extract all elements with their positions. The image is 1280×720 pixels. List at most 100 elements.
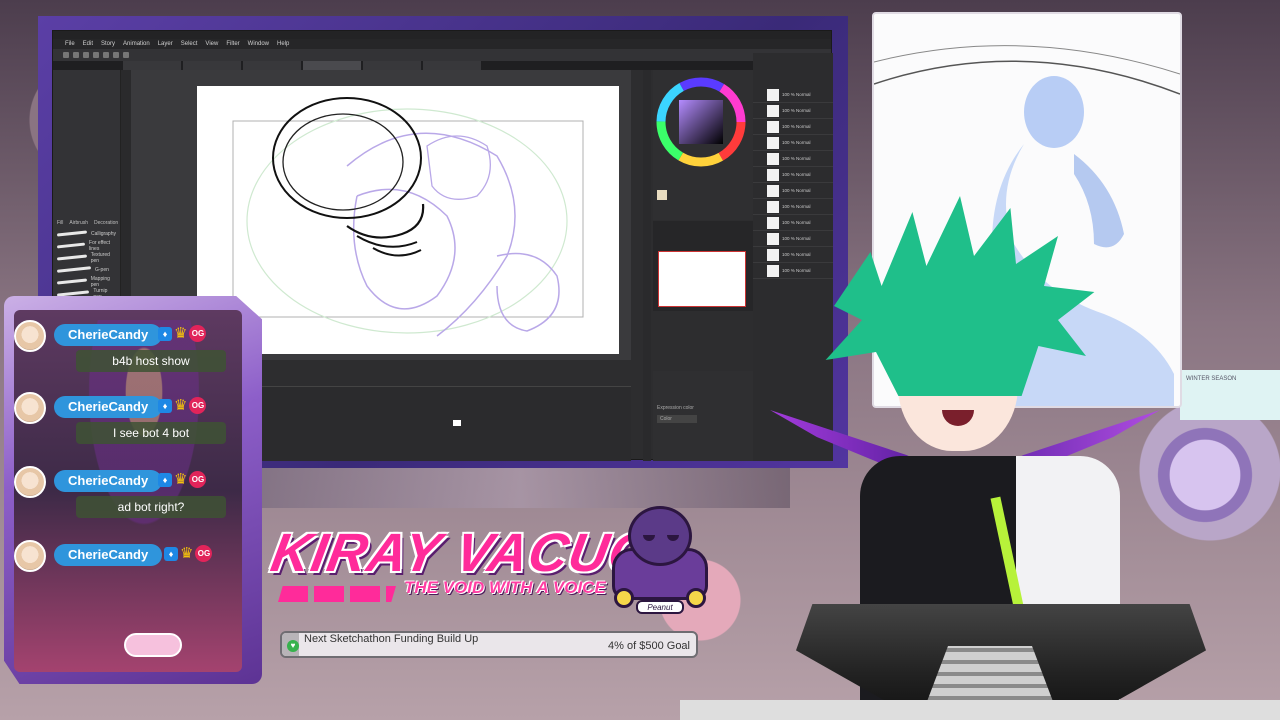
mascot-eye bbox=[643, 535, 655, 541]
layer-row[interactable]: 100 % Normal bbox=[753, 167, 833, 183]
navigator-thumbnail[interactable] bbox=[658, 251, 746, 307]
avatar bbox=[14, 392, 46, 424]
menu-story[interactable]: Story bbox=[101, 41, 115, 47]
chat-badges: ♦ ♛ OG bbox=[164, 544, 213, 562]
layer-label: 100 % Normal bbox=[782, 92, 811, 97]
redo-icon[interactable] bbox=[103, 52, 109, 58]
transform-icon[interactable] bbox=[123, 52, 129, 58]
color-wheel[interactable] bbox=[653, 70, 753, 220]
layer-row[interactable]: 100 % Normal bbox=[753, 135, 833, 151]
vtuber-avatar bbox=[770, 196, 1210, 720]
layer-row[interactable]: 100 % Normal bbox=[753, 151, 833, 167]
brush-label: Textured pen bbox=[90, 251, 110, 264]
app-menubar: File Edit Story Animation Layer Select V… bbox=[53, 39, 831, 49]
timeline-playhead[interactable] bbox=[453, 420, 461, 426]
clear-icon[interactable] bbox=[113, 52, 119, 58]
layer-row[interactable]: 100 % Normal bbox=[753, 103, 833, 119]
new-file-icon[interactable] bbox=[63, 52, 69, 58]
og-badge: OG bbox=[189, 397, 207, 414]
layer-thumbnail bbox=[767, 104, 779, 117]
tool-property-sliders[interactable] bbox=[53, 70, 120, 130]
brush-stroke-preview bbox=[56, 242, 86, 249]
chat-username: CherieCandy bbox=[54, 544, 163, 566]
canvas-tab[interactable] bbox=[123, 61, 181, 70]
brush-textured-pen[interactable]: Textured pen bbox=[56, 251, 116, 264]
sub-tool-tab-decoration[interactable]: Decoration bbox=[94, 220, 118, 226]
layer-thumbnail bbox=[767, 168, 779, 181]
open-file-icon[interactable] bbox=[73, 52, 79, 58]
avatar bbox=[14, 540, 46, 572]
app-toolbar bbox=[53, 49, 831, 61]
brush-stroke-preview bbox=[56, 230, 88, 237]
mascot-car: Peanut bbox=[608, 500, 712, 620]
goal-label: Next Sketchathon Funding Build Up bbox=[304, 633, 479, 645]
layer-label: 100 % Normal bbox=[782, 156, 811, 161]
avatar bbox=[14, 320, 46, 352]
chat-username: CherieCandy bbox=[54, 470, 163, 492]
right-tool-strip[interactable] bbox=[643, 70, 651, 461]
goal-progress-text: 4% of $500 Goal bbox=[608, 640, 690, 652]
menu-layer[interactable]: Layer bbox=[158, 41, 173, 47]
chat-badges: ♦ ♛ OG bbox=[158, 397, 207, 414]
goal-heart-icon: ♥ bbox=[287, 640, 299, 652]
chat-message-text: I see bot 4 bot bbox=[76, 422, 226, 444]
logo-title: KIRAY VACUO bbox=[266, 523, 658, 583]
undo-icon[interactable] bbox=[93, 52, 99, 58]
crown-icon: ♛ bbox=[180, 544, 194, 562]
brush-effect-lines[interactable]: For effect lines bbox=[56, 239, 116, 252]
menu-edit[interactable]: Edit bbox=[83, 41, 93, 47]
chat-username: CherieCandy bbox=[54, 396, 163, 418]
channel-logo: KIRAY VACUO THE VOID WITH A VOICE bbox=[267, 518, 657, 608]
layer-property-panel: Expression color Color bbox=[653, 371, 753, 461]
brush-calligraphy[interactable]: Calligraphy bbox=[56, 229, 116, 238]
menu-window[interactable]: Window bbox=[248, 41, 269, 47]
menu-animation[interactable]: Animation bbox=[123, 41, 150, 47]
layer-row[interactable]: 100 % Normal bbox=[753, 119, 833, 135]
canvas-tab-active[interactable] bbox=[303, 61, 361, 70]
canvas-tab[interactable] bbox=[363, 61, 421, 70]
moderator-badge-icon: ♦ bbox=[164, 546, 178, 561]
sketch-drawing bbox=[232, 97, 584, 337]
mascot-wheel bbox=[614, 588, 634, 608]
layer-toolbar bbox=[753, 53, 833, 87]
property-title: Expression color bbox=[657, 405, 694, 411]
avatar-hair bbox=[825, 196, 1095, 396]
crown-icon: ♛ bbox=[174, 470, 188, 488]
layer-row[interactable]: 100 % Normal bbox=[753, 87, 833, 103]
mascot-license-plate: Peanut bbox=[636, 600, 684, 614]
layer-thumbnail bbox=[767, 152, 779, 165]
layer-label: 100 % Normal bbox=[782, 188, 811, 193]
sub-tool-tab-airbrush[interactable]: Airbrush bbox=[69, 220, 88, 226]
sub-tool-tabs: Fill Airbrush Decoration bbox=[53, 220, 120, 226]
menu-select[interactable]: Select bbox=[181, 41, 198, 47]
canvas-tab[interactable] bbox=[243, 61, 301, 70]
chat-message-text: ad bot right? bbox=[76, 496, 226, 518]
menu-help[interactable]: Help bbox=[277, 41, 289, 47]
save-icon[interactable] bbox=[83, 52, 89, 58]
brush-label: For effect lines bbox=[89, 239, 111, 252]
og-badge: OG bbox=[189, 325, 207, 342]
moderator-badge-icon: ♦ bbox=[158, 398, 172, 413]
brush-g-pen[interactable]: G-pen bbox=[56, 265, 116, 274]
logo-speed-lines bbox=[278, 586, 396, 602]
logo-subtitle: THE VOID WITH A VOICE bbox=[404, 578, 606, 597]
sub-tool-tab-fill[interactable]: Fill bbox=[57, 220, 63, 226]
timeline-panel[interactable] bbox=[243, 386, 631, 461]
menu-view[interactable]: View bbox=[205, 41, 218, 47]
brush-mapping-pen[interactable]: Mapping pen bbox=[56, 276, 116, 288]
menu-filter[interactable]: Filter bbox=[226, 41, 239, 47]
property-value[interactable]: Color bbox=[657, 415, 697, 423]
mascot-head bbox=[628, 506, 692, 566]
brush-stroke-preview bbox=[56, 278, 87, 285]
menu-file[interactable]: File bbox=[65, 41, 75, 47]
moderator-badge-icon: ♦ bbox=[158, 326, 172, 341]
drawing-canvas[interactable] bbox=[197, 86, 619, 354]
brush-label: G-pen bbox=[95, 266, 109, 273]
brush-stroke-preview bbox=[56, 254, 87, 261]
og-badge: OG bbox=[195, 545, 213, 562]
funding-goal-bar: ♥ Next Sketchathon Funding Build Up 4% o… bbox=[280, 631, 698, 658]
crown-icon: ♛ bbox=[174, 324, 188, 342]
canvas-tab[interactable] bbox=[423, 61, 481, 70]
canvas-tab[interactable] bbox=[183, 61, 241, 70]
canvas-tabs bbox=[53, 61, 831, 70]
